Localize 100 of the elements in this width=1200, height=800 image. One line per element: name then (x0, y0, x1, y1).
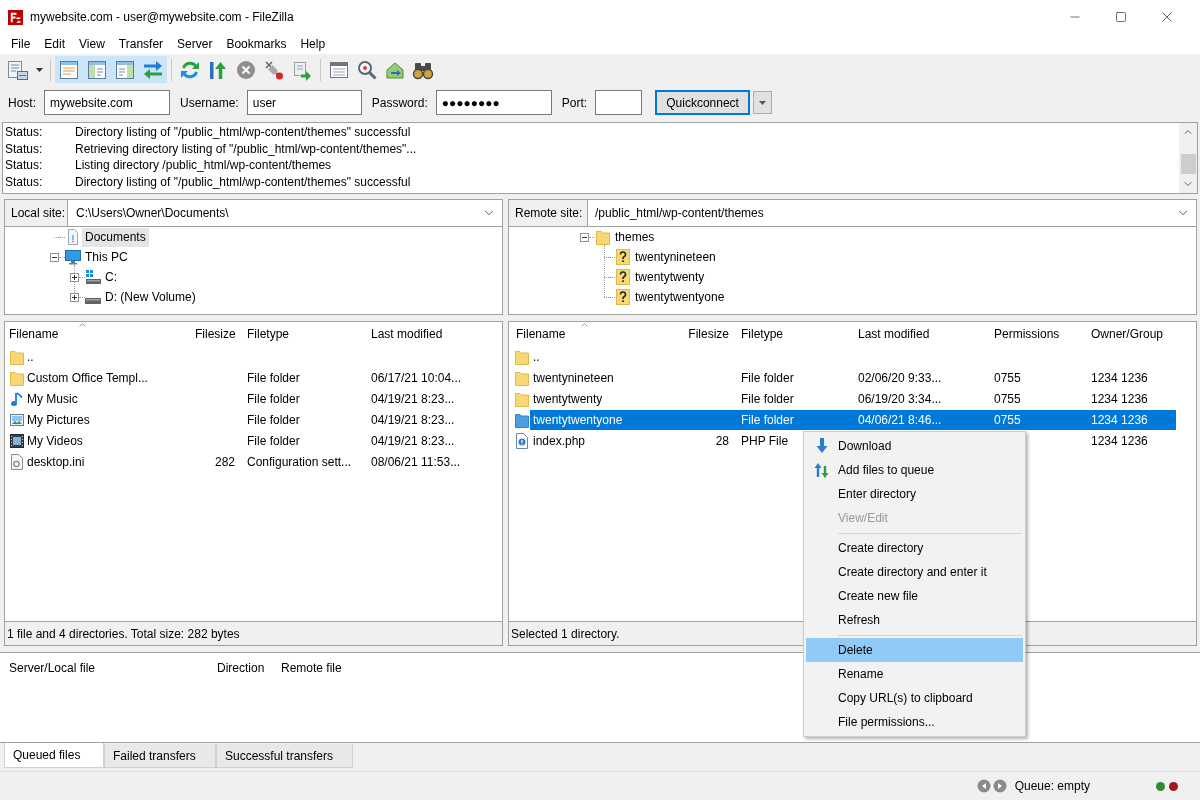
file-name[interactable]: My Music (27, 391, 78, 406)
file-name[interactable]: desktop.ini (27, 454, 85, 469)
picture-icon (10, 411, 24, 428)
menu-item[interactable]: Transfer (111, 34, 171, 54)
maximize-icon (1115, 11, 1127, 23)
tree-item[interactable]: This PC (82, 247, 131, 267)
column-header[interactable]: Last modified (365, 328, 500, 340)
tree-item[interactable]: D: (New Volume) (102, 287, 199, 307)
menu-item[interactable]: File (4, 34, 38, 54)
text-window-icon (58, 58, 80, 81)
menu-item[interactable]: Refresh (806, 608, 1023, 632)
path-combobox[interactable]: /public_html/wp-content/themes (588, 199, 1197, 227)
menu-item[interactable]: Delete (806, 638, 1023, 662)
question-mark-icon (615, 289, 631, 305)
menu-item[interactable]: Download (806, 434, 1023, 458)
magnifier-icon (356, 58, 378, 81)
table-cell: 0755 (994, 370, 1021, 385)
file-name[interactable]: My Pictures (27, 412, 90, 427)
transfer-queue-toggle[interactable] (139, 56, 167, 83)
menu-item[interactable]: Help (293, 34, 333, 54)
menu-item[interactable]: Create new file (806, 584, 1023, 608)
menu-item[interactable]: Add files to queue (806, 458, 1023, 482)
panel-status-text: Selected 1 directory. (511, 627, 620, 640)
menu-item[interactable]: File permissions... (806, 710, 1023, 734)
transfer-arrows-icon (142, 58, 164, 81)
table-cell: File folder (741, 412, 794, 427)
message-log-toggle[interactable] (55, 56, 83, 83)
menu-item[interactable]: Edit (37, 34, 73, 54)
menu-item[interactable]: Copy URL(s) to clipboard (806, 686, 1023, 710)
menu-item[interactable]: Server (170, 34, 220, 54)
folder-icon (515, 390, 529, 407)
tab[interactable]: Queued files (4, 743, 104, 768)
column-header[interactable]: Filesize (680, 328, 735, 340)
collapse-icon[interactable] (580, 232, 589, 242)
drive-icon (85, 269, 101, 285)
table-cell: File folder (247, 391, 300, 406)
tree-item[interactable]: C: (102, 267, 120, 287)
file-name[interactable]: index.php (533, 433, 586, 448)
file-name[interactable]: .. (27, 349, 34, 364)
file-name[interactable]: twentytwentyone (533, 412, 623, 427)
menu-item[interactable]: Create directory and enter it (806, 560, 1023, 584)
collapse-icon[interactable] (50, 252, 59, 262)
file-name[interactable]: My Videos (27, 433, 83, 448)
site-label: Local site: (4, 199, 68, 227)
column-header[interactable]: Remote file (281, 661, 342, 675)
path-combobox[interactable]: C:\Users\Owner\Documents\ (68, 199, 503, 227)
table-cell: 06/17/21 10:04... (371, 370, 462, 385)
column-header[interactable]: Filetype (240, 328, 365, 340)
document-icon (10, 453, 24, 470)
tree-item[interactable]: twentytwentyone (632, 287, 728, 307)
file-name[interactable]: twentytwenty (533, 391, 603, 406)
table-cell: 282 (214, 454, 235, 469)
arrow-circle-icon (992, 779, 1007, 793)
column-header[interactable]: Last modified (852, 328, 988, 340)
column-header[interactable]: Direction (217, 661, 265, 675)
tab[interactable]: Successful transfers (216, 744, 353, 768)
table-cell: 1234 1236 (1091, 412, 1148, 427)
menu-item[interactable]: Bookmarks (219, 34, 294, 54)
menu-item[interactable]: View (72, 34, 112, 54)
file-name[interactable]: twentynineteen (533, 370, 614, 385)
menu-item[interactable]: Enter directory (806, 482, 1023, 506)
password-field[interactable]: ●●●●●●●● (435, 90, 552, 115)
expand-icon[interactable] (70, 292, 79, 302)
tree-item[interactable]: themes (612, 227, 658, 247)
quickconnect-button[interactable]: Quickconnect (655, 90, 751, 115)
expand-icon[interactable] (70, 272, 79, 282)
file-name[interactable]: .. (533, 349, 540, 364)
column-header[interactable]: Permissions (988, 328, 1085, 340)
column-header[interactable]: Filename (5, 328, 195, 340)
table-cell: Configuration sett... (247, 454, 352, 469)
table-cell: 04/19/21 8:23... (371, 433, 455, 448)
scrollbar-thumb[interactable] (1180, 154, 1196, 174)
tree-item[interactable]: Documents (82, 227, 149, 247)
column-header[interactable]: Filename (509, 328, 680, 340)
tree-item[interactable]: twentynineteen (632, 247, 719, 267)
scrollbar[interactable] (1179, 123, 1197, 193)
row-highlight[interactable]: twentytwentyone File folder 04/06/21 8:46... 0755 1234 1236 (530, 409, 1176, 430)
log-message: Directory listing of "/public_html/wp-content/themes" successful (75, 126, 411, 139)
arrow-circle-icon (976, 779, 991, 793)
panel-status-text: 1 file and 4 directories. Total size: 282 bytes (7, 627, 240, 640)
tree-item[interactable]: twentytwenty (632, 267, 708, 287)
port-field[interactable] (595, 90, 643, 115)
column-header[interactable]: Filesize (195, 328, 240, 340)
username-field[interactable]: user (246, 90, 362, 115)
tab[interactable]: Failed transfers (104, 744, 216, 768)
table-cell: File folder (247, 433, 300, 448)
menu-item[interactable]: Rename (806, 662, 1023, 686)
site-label: Remote site: (508, 199, 588, 227)
table-cell: File folder (741, 391, 794, 406)
cancel-icon (235, 58, 257, 81)
table-cell: 04/19/21 8:23... (371, 412, 455, 427)
column-header[interactable]: Filetype (735, 328, 852, 340)
host-field[interactable]: mywebsite.com (44, 90, 170, 115)
column-header[interactable]: Server/Local file (9, 661, 96, 675)
file-name[interactable]: Custom Office Templ... (27, 370, 148, 385)
column-header[interactable]: Owner/Group (1085, 328, 1176, 340)
table-cell: 0755 (994, 391, 1021, 406)
menu-item[interactable]: Create directory (806, 536, 1023, 560)
app-logo-icon (8, 9, 23, 25)
folder-icon (595, 229, 611, 245)
